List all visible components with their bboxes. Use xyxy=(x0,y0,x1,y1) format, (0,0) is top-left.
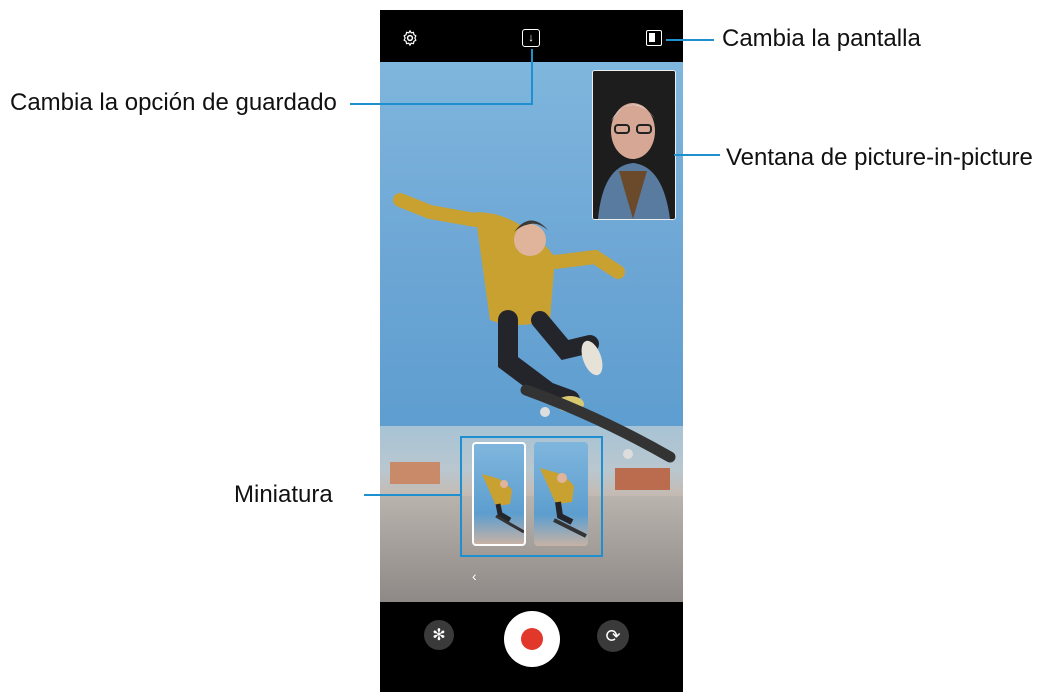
callout-label-change-screen: Cambia la pantalla xyxy=(722,25,921,52)
callout-label-save-option: Cambia la opción de guardado xyxy=(10,89,337,116)
picture-in-picture-window[interactable] xyxy=(592,70,676,220)
callout-line-save-option xyxy=(350,103,533,105)
settings-icon[interactable] xyxy=(400,28,420,48)
callout-line-save-option xyxy=(531,49,533,105)
callout-label-pip: Ventana de picture-in-picture xyxy=(726,144,1033,171)
phone-screen: ↓ ‹ ✻ ⟳ xyxy=(380,10,683,692)
callout-line-thumbnail xyxy=(364,494,461,496)
record-dot-icon xyxy=(521,628,543,650)
download-arrow-icon: ↓ xyxy=(528,31,534,44)
change-screen-icon[interactable] xyxy=(646,30,662,46)
callout-line-change-screen xyxy=(666,39,714,41)
callout-label-thumbnail: Miniatura xyxy=(234,481,333,508)
switch-camera-icon[interactable]: ⟳ xyxy=(597,620,629,652)
back-chevron-icon[interactable]: ‹ xyxy=(472,568,477,584)
save-option-icon[interactable]: ↓ xyxy=(522,29,540,47)
thumbnail-highlight-box xyxy=(460,436,603,557)
pip-person-image xyxy=(593,71,675,219)
record-button[interactable] xyxy=(504,611,560,667)
effects-icon[interactable]: ✻ xyxy=(424,620,454,650)
screen-half-glyph xyxy=(649,33,655,42)
callout-line-pip xyxy=(674,154,720,156)
